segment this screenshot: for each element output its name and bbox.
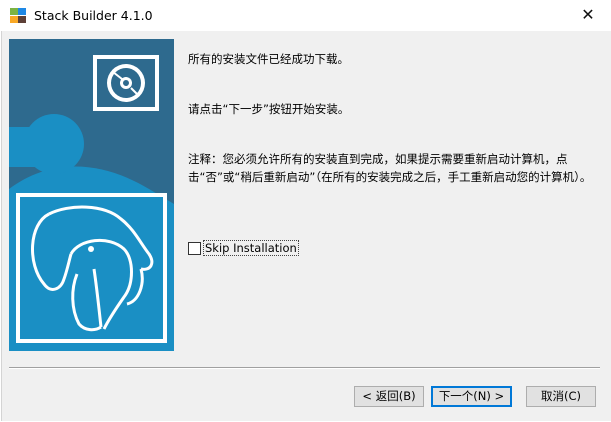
disc-icon (93, 55, 159, 111)
next-button[interactable]: 下一个(N) > (431, 386, 512, 407)
footer-separator (9, 367, 600, 369)
skip-installation-label[interactable]: Skip Installation (203, 240, 299, 256)
app-icon (10, 8, 26, 23)
banner-art (9, 39, 174, 351)
side-banner (9, 39, 174, 351)
window-title: Stack Builder 4.1.0 (34, 8, 153, 23)
title-bar: Stack Builder 4.1.0 ✕ (0, 0, 611, 31)
download-complete-text: 所有的安装文件已经成功下载。 (188, 52, 349, 66)
restart-note: 注释：您必须允许所有的安装直到完成，如果提示需要重新启动计算机，点击“否”或“稍… (188, 152, 592, 184)
skip-installation-option[interactable]: Skip Installation (188, 240, 299, 256)
next-step-instruction: 请点击“下一步”按钮开始安装。 (188, 102, 350, 116)
skip-installation-checkbox[interactable] (188, 241, 201, 255)
cancel-button[interactable]: 取消(C) (526, 386, 596, 407)
back-button[interactable]: < 返回(B) (354, 386, 424, 407)
close-button[interactable]: ✕ (565, 0, 611, 31)
postgresql-elephant-logo (16, 193, 167, 343)
